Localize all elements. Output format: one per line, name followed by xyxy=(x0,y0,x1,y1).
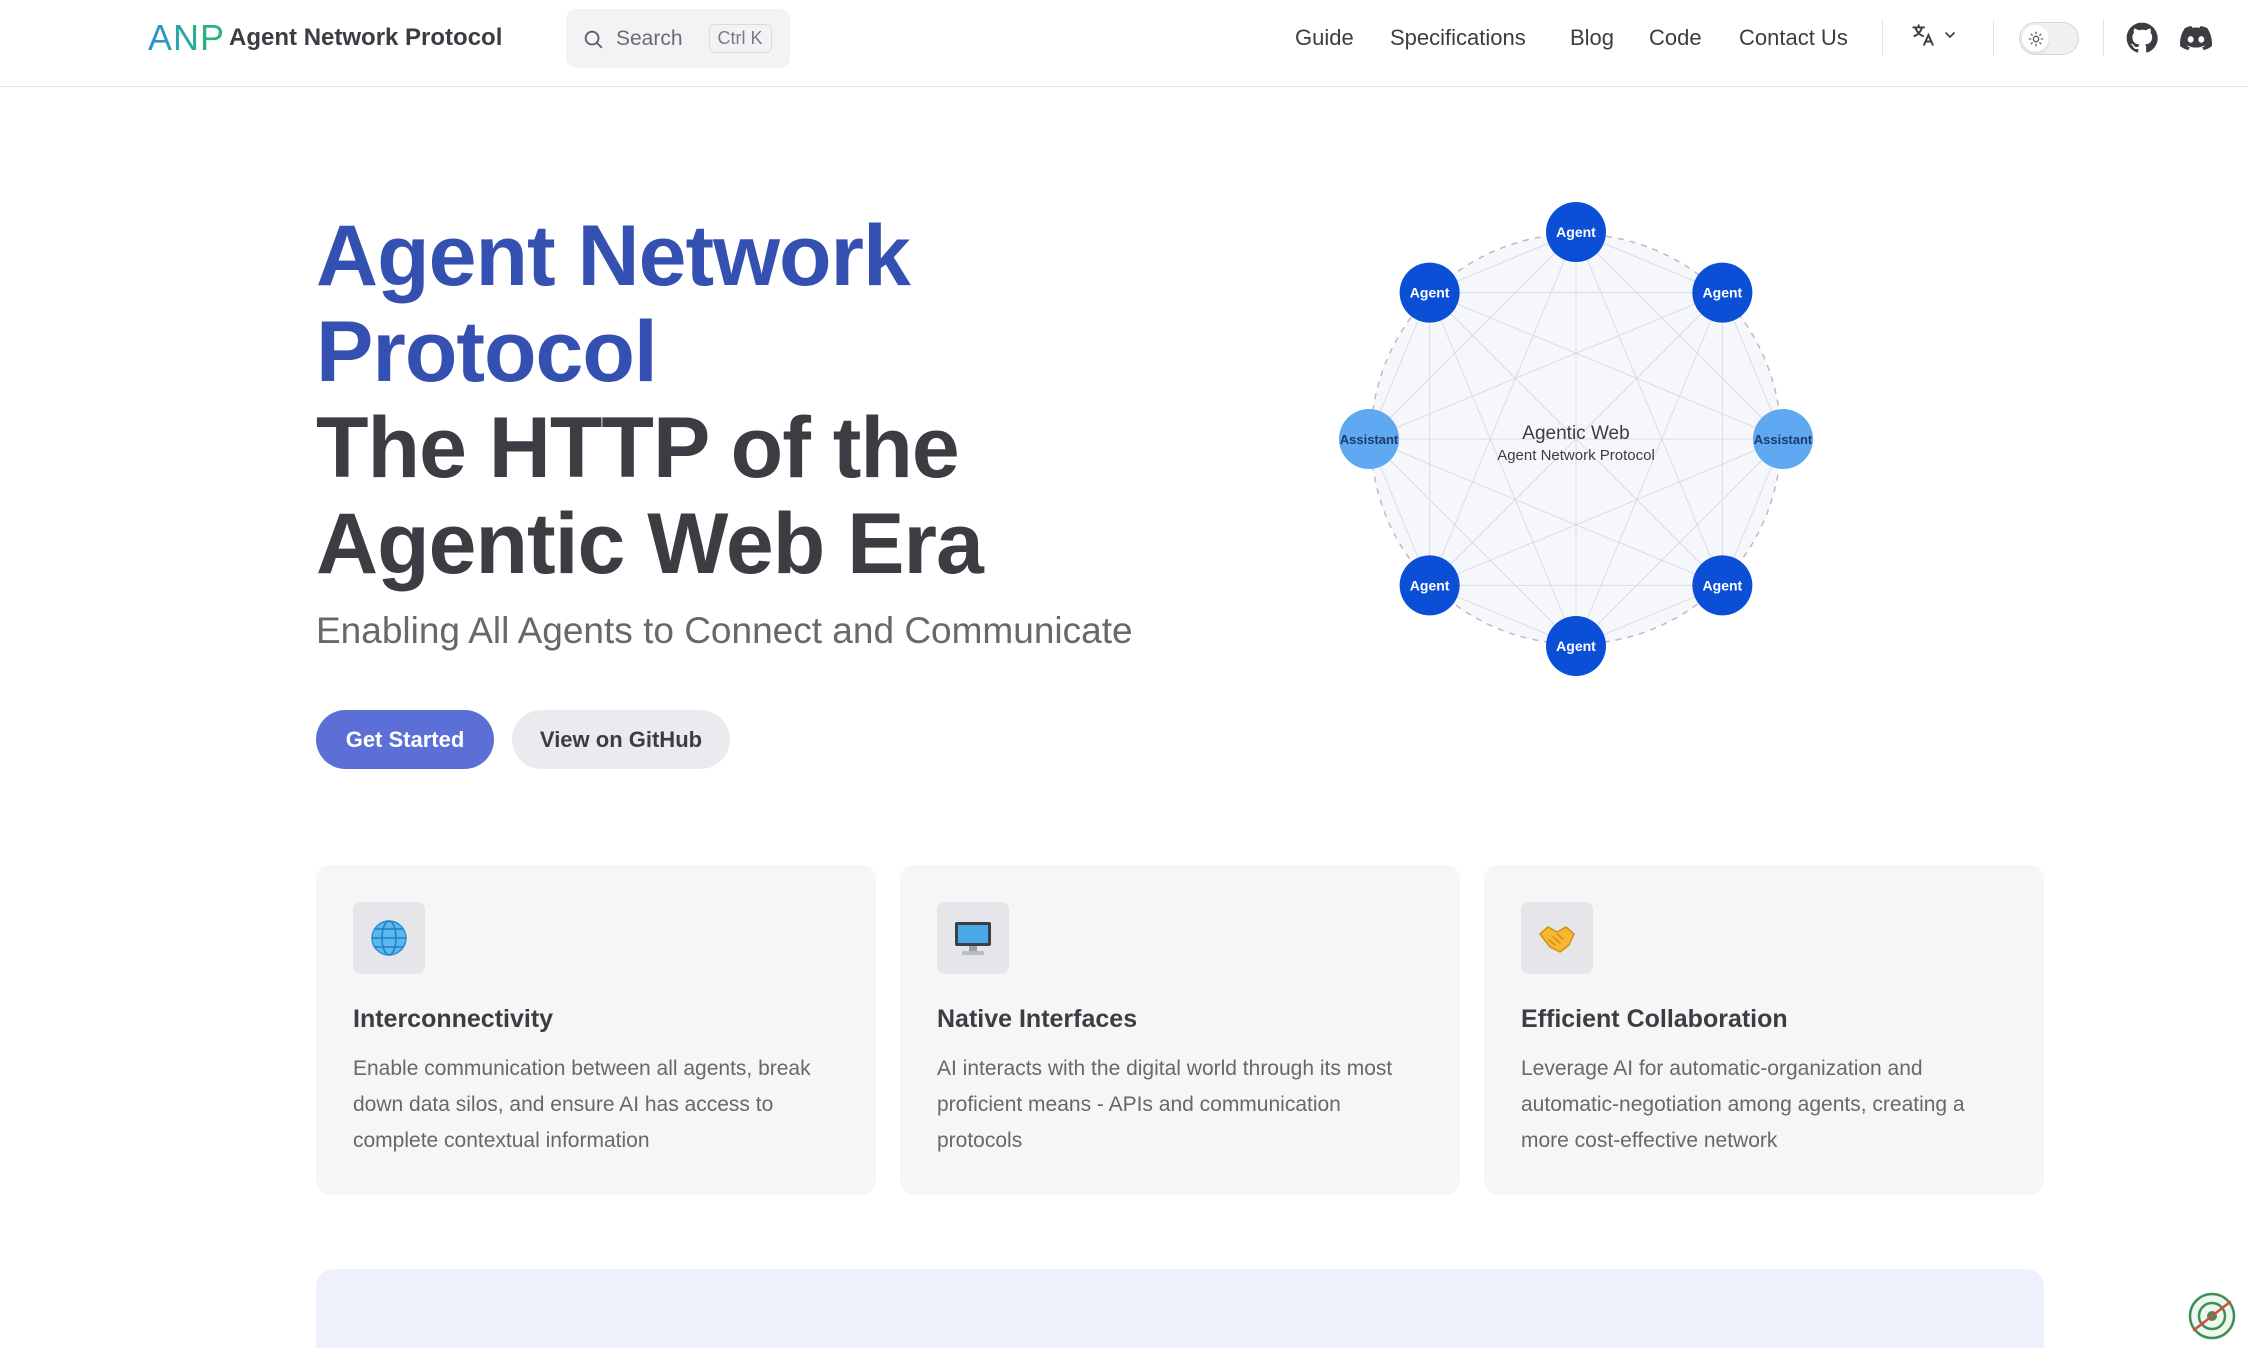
handshake-icon xyxy=(1521,902,1593,974)
feature-card-native-interfaces: Native Interfaces AI interacts with the … xyxy=(900,865,1460,1195)
site-brand-link[interactable]: ANP Agent Network Protocol xyxy=(148,18,502,58)
search-icon xyxy=(584,30,603,48)
nav-divider xyxy=(1993,20,1994,56)
nav-link-blog[interactable]: Blog xyxy=(1570,25,1614,51)
translate-icon xyxy=(1912,24,1934,46)
node-label: Assistant xyxy=(1340,432,1399,447)
nav-link-guide[interactable]: Guide xyxy=(1295,25,1354,51)
assistant-widget-icon[interactable] xyxy=(2186,1290,2238,1342)
hero-name: Agent Network Protocol xyxy=(316,208,911,400)
chevron-down-icon xyxy=(1945,32,1955,39)
agent-node: Agent xyxy=(1692,262,1753,323)
agent-network-diagram: Agentic Web Agent Network Protocol Agent… xyxy=(1339,202,1813,676)
agent-node: Agent xyxy=(1546,616,1606,676)
feature-title: Efficient Collaboration xyxy=(1521,1005,1788,1033)
assistant-node: Assistant xyxy=(1339,409,1399,469)
globe-icon xyxy=(353,902,425,974)
node-label: Agent xyxy=(1556,638,1596,654)
agent-node: Agent xyxy=(1399,555,1460,616)
node-label: Agent xyxy=(1556,224,1596,240)
computer-icon xyxy=(937,902,1009,974)
agent-node: Agent xyxy=(1399,262,1460,323)
next-section-panel xyxy=(316,1269,2044,1348)
agent-node: Agent xyxy=(1692,555,1753,616)
nav-link-contact-us[interactable]: Contact Us xyxy=(1739,25,1848,51)
feature-title: Interconnectivity xyxy=(353,1005,554,1033)
agent-node: Agent xyxy=(1546,202,1606,262)
node-label: Assistant xyxy=(1754,432,1813,447)
feature-card-efficient-collaboration: Efficient Collaboration Leverage AI for … xyxy=(1484,865,2044,1195)
nav-link-specifications[interactable]: Specifications xyxy=(1390,25,1526,51)
site-title: Agent Network Protocol xyxy=(229,24,503,51)
get-started-button[interactable]: Get Started xyxy=(316,710,494,769)
anp-logo: ANP xyxy=(148,17,226,58)
search-label: Search xyxy=(616,26,683,50)
feature-title: Native Interfaces xyxy=(937,1005,1138,1033)
feature-details: Leverage AI for automatic-organization a… xyxy=(1521,1057,1965,1152)
diagram-center-title: Agentic Web xyxy=(1522,423,1629,444)
appearance-toggle[interactable] xyxy=(2019,22,2079,55)
search-button[interactable]: Search Ctrl K xyxy=(566,9,790,68)
node-label: Agent xyxy=(1410,285,1450,301)
toggle-knob xyxy=(2022,25,2049,52)
hero-subtitle: Enabling All Agents to Connect and Commu… xyxy=(316,610,1133,651)
github-icon[interactable] xyxy=(2126,22,2158,54)
top-navbar: ANP Agent Network Protocol Search Ctrl K… xyxy=(0,0,2248,87)
discord-icon[interactable] xyxy=(2180,22,2212,54)
nav-divider xyxy=(1882,20,1883,56)
search-shortcut: Ctrl K xyxy=(708,24,772,53)
feature-details: Enable communication between all agents,… xyxy=(353,1057,811,1152)
sun-icon xyxy=(2028,31,2043,46)
node-label: Agent xyxy=(1410,577,1450,593)
node-label: Agent xyxy=(1703,285,1743,301)
node-label: Agent xyxy=(1703,577,1743,593)
diagram-center-subtitle: Agent Network Protocol xyxy=(1497,447,1655,464)
hero-tagline: The HTTP of the Agentic Web Era xyxy=(316,400,984,592)
nav-link-code[interactable]: Code xyxy=(1649,25,1702,51)
feature-details: AI interacts with the digital world thro… xyxy=(937,1057,1393,1152)
nav-divider xyxy=(2103,20,2104,56)
feature-card-interconnectivity: Interconnectivity Enable communication b… xyxy=(316,865,876,1195)
assistant-node: Assistant xyxy=(1753,409,1813,469)
view-on-github-button[interactable]: View on GitHub xyxy=(512,710,730,769)
language-menu-button[interactable] xyxy=(1910,22,1958,48)
hero-heading: Agent Network Protocol The HTTP of the A… xyxy=(316,208,1036,592)
